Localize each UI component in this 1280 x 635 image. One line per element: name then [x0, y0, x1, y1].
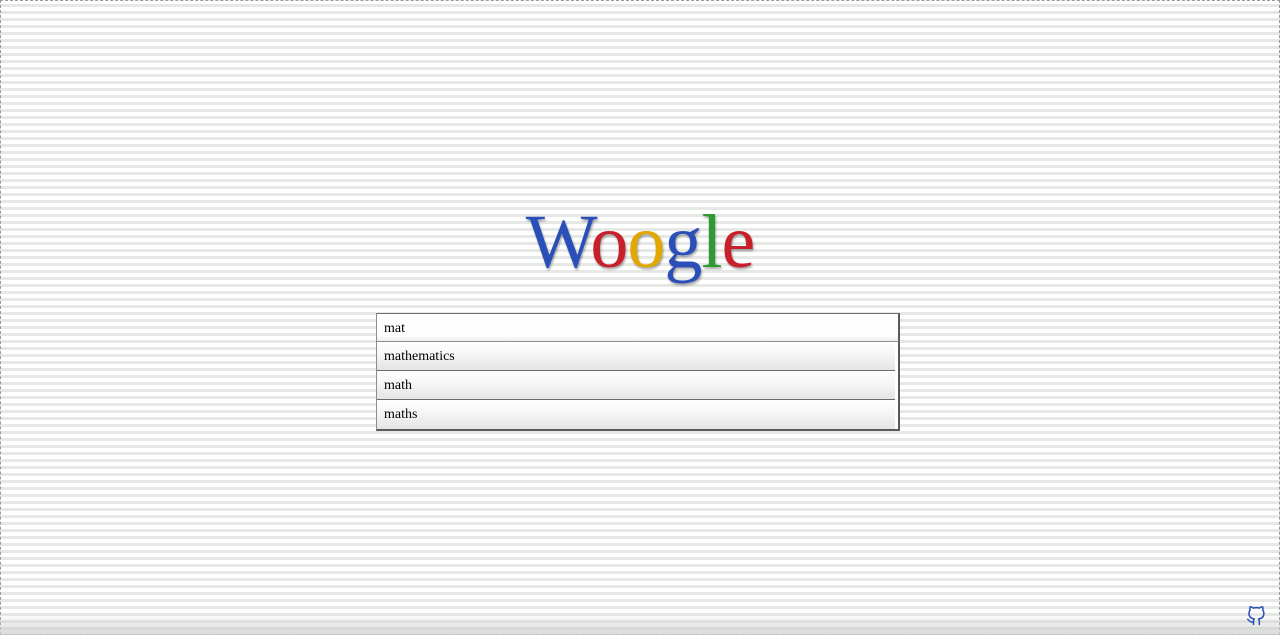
search-box: mathematics math maths [376, 313, 900, 431]
logo-letter-l: l [701, 200, 722, 284]
logo-letter-e: e [721, 200, 756, 284]
suggestion-item[interactable]: math [377, 371, 895, 400]
bottom-shade [0, 613, 1280, 635]
logo-letter-w: W [525, 200, 592, 284]
suggestion-item[interactable]: maths [377, 400, 895, 429]
logo-letter-o2: o [627, 200, 665, 284]
logo: Woogle [440, 192, 840, 292]
logo-letter-g: g [664, 200, 702, 284]
suggestion-item[interactable]: mathematics [377, 342, 895, 371]
logo-letter-o1: o [590, 200, 628, 284]
search-input[interactable] [376, 313, 900, 342]
github-icon[interactable] [1246, 606, 1266, 626]
suggestion-list: mathematics math maths [376, 342, 900, 431]
